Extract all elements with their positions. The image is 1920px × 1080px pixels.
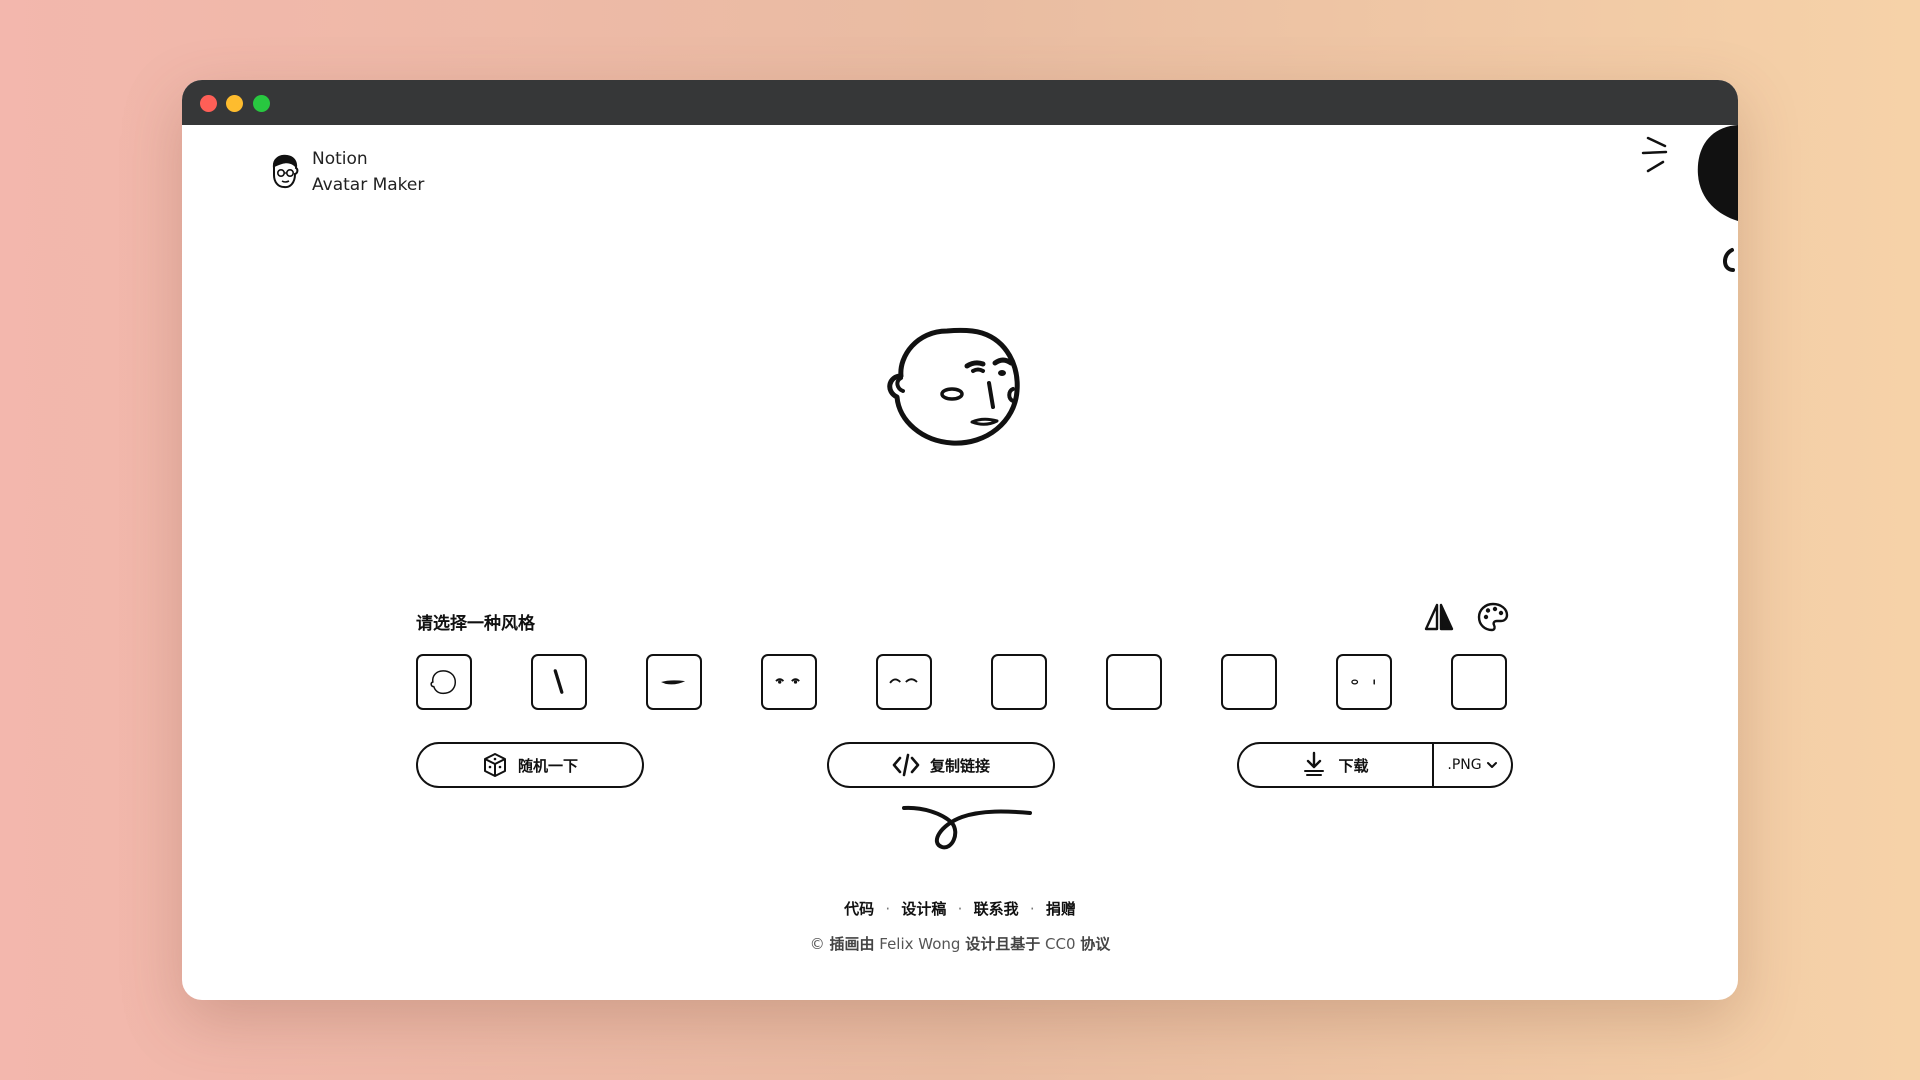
- footer-credit: © 插画由 Felix Wong 设计且基于 CC0 协议: [182, 933, 1738, 954]
- footer-link-donate[interactable]: 捐赠: [1046, 900, 1076, 918]
- code-icon: [892, 753, 920, 777]
- page-content: Notion Avatar Maker 请选择一种风格 随机一下 复制链接 下载…: [182, 125, 1738, 1000]
- style-option-mouth[interactable]: [646, 654, 702, 710]
- eyes-shape-icon: [775, 678, 800, 684]
- window-titlebar: [182, 80, 1738, 125]
- maximize-window-button[interactable]: [253, 95, 270, 112]
- download-control: 下载 .PNG: [1237, 742, 1513, 788]
- minimize-window-button[interactable]: [226, 95, 243, 112]
- style-option-glasses[interactable]: [991, 654, 1047, 710]
- decorative-illustration: [1641, 125, 1738, 272]
- copy-link-button-label: 复制链接: [929, 756, 990, 775]
- brand[interactable]: Notion Avatar Maker: [270, 146, 424, 198]
- style-option-eyebrows[interactable]: [876, 654, 932, 710]
- palette-icon[interactable]: [1476, 600, 1510, 634]
- avatar-preview: [887, 327, 1020, 446]
- credit-author-link[interactable]: Felix Wong: [875, 935, 966, 953]
- mouth-shape-icon: [661, 680, 686, 685]
- eyebrows-shape-icon: [889, 678, 918, 684]
- style-option-beard[interactable]: [1451, 654, 1507, 710]
- flip-horizontal-icon[interactable]: [1422, 600, 1456, 634]
- details-shape-icon: [1351, 679, 1375, 685]
- download-icon: [1304, 751, 1325, 776]
- face-shape-icon: [430, 670, 457, 695]
- brand-line-1: Notion: [312, 149, 368, 169]
- footer-links: 代码 · 设计稿 · 联系我 · 捐赠: [182, 898, 1738, 919]
- browser-window: Notion Avatar Maker 请选择一种风格 随机一下 复制链接 下载…: [182, 80, 1738, 1000]
- format-select-value: .PNG: [1447, 757, 1482, 773]
- style-option-face[interactable]: [416, 654, 472, 710]
- nose-shape-icon: [553, 669, 564, 694]
- style-options: [416, 654, 1516, 714]
- footer-link-design[interactable]: 设计稿: [901, 900, 946, 918]
- footer-separator: ·: [957, 900, 963, 918]
- footer-separator: ·: [885, 900, 891, 918]
- style-option-nose[interactable]: [531, 654, 587, 710]
- random-button-label: 随机一下: [517, 756, 578, 775]
- scribble-decoration: [902, 805, 1032, 850]
- download-button-label: 下载: [1338, 756, 1369, 775]
- avatar-logo-icon: [272, 154, 299, 189]
- credit-text-1: 插画由: [829, 935, 875, 953]
- dice-icon: [483, 753, 506, 777]
- footer-link-contact[interactable]: 联系我: [974, 900, 1019, 918]
- chevron-down-icon: [1486, 762, 1497, 768]
- style-option-eyes[interactable]: [761, 654, 817, 710]
- random-button[interactable]: 随机一下: [416, 742, 644, 788]
- copy-link-button[interactable]: 复制链接: [827, 742, 1055, 788]
- brand-name: Notion Avatar Maker: [312, 146, 424, 198]
- footer-link-code[interactable]: 代码: [844, 900, 874, 918]
- format-select[interactable]: .PNG: [1434, 744, 1511, 786]
- style-option-accessories[interactable]: [1221, 654, 1277, 710]
- credit-license-link[interactable]: CC0: [1040, 935, 1080, 953]
- credit-prefix: ©: [809, 935, 830, 953]
- style-option-hair[interactable]: [1106, 654, 1162, 710]
- style-selector-label: 请选择一种风格: [416, 614, 535, 634]
- close-window-button[interactable]: [200, 95, 217, 112]
- credit-text-2: 设计且基于: [965, 935, 1041, 953]
- footer-separator: ·: [1029, 900, 1035, 918]
- download-button[interactable]: 下载: [1239, 744, 1434, 786]
- credit-text-3: 协议: [1080, 935, 1111, 953]
- brand-line-2: Avatar Maker: [312, 175, 425, 195]
- style-option-details[interactable]: [1336, 654, 1392, 710]
